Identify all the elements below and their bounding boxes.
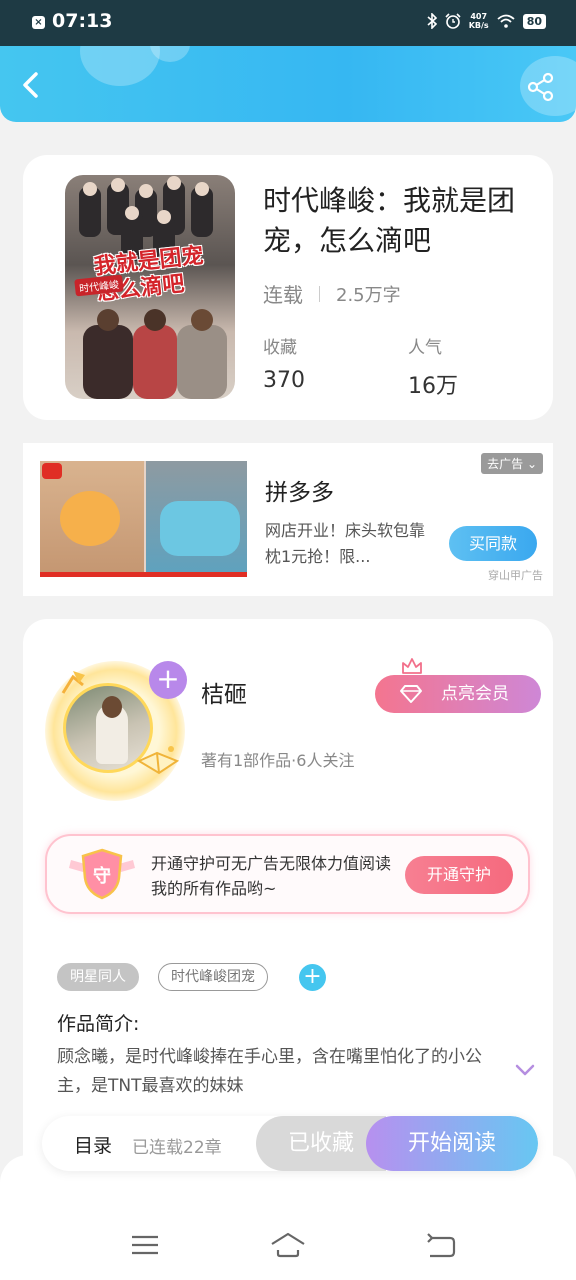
status-bar: × 07:13 407 KB/s 80 bbox=[0, 0, 576, 46]
ad-toy bbox=[60, 491, 120, 546]
back-icon[interactable] bbox=[422, 1230, 458, 1260]
battery-icon: 80 bbox=[522, 13, 546, 29]
toc-button[interactable]: 目录 bbox=[74, 1131, 112, 1158]
follow-plus-button[interactable]: + bbox=[149, 661, 187, 699]
crown-icon bbox=[402, 658, 422, 674]
status-time: 07:13 bbox=[52, 10, 113, 32]
book-title: 时代峰峻：我就是团宠，怎么滴吧 bbox=[263, 184, 516, 257]
chapter-count: 已连载22章 bbox=[132, 1138, 222, 1158]
status-icons: 407 KB/s 80 bbox=[427, 12, 546, 30]
popularity-label: 人气 bbox=[408, 338, 442, 358]
network-speed-unit: KB/s bbox=[468, 21, 489, 30]
popularity-value: 16万 bbox=[408, 374, 458, 399]
action-bar: 目录 已连载22章 已收藏 开始阅读 bbox=[42, 1116, 538, 1171]
tag-group-favorite[interactable]: 时代峰峻团宠 bbox=[158, 963, 268, 991]
alarm-icon bbox=[445, 13, 461, 29]
book-status: 连载 bbox=[263, 283, 303, 307]
start-reading-button[interactable]: 开始阅读 bbox=[366, 1116, 538, 1171]
ad-banner[interactable]: 拼多多 网店开业！床头软包靠枕1元抢！限... 买同款 去广告 ⌄ 穿山甲广告 bbox=[23, 443, 553, 596]
guard-button[interactable]: 开通守护 bbox=[405, 856, 513, 894]
bluetooth-icon bbox=[427, 13, 437, 29]
ad-image[interactable] bbox=[40, 461, 247, 577]
book-meta: 连载 2.5万字 bbox=[263, 279, 401, 308]
ad-buy-button[interactable]: 买同款 bbox=[449, 526, 537, 561]
guard-shield-icon: 守 bbox=[69, 848, 135, 900]
ad-logo bbox=[42, 463, 62, 479]
chevron-down-icon: ⌄ bbox=[526, 457, 537, 471]
book-decoration-icon bbox=[136, 746, 180, 775]
lamp-decoration-icon bbox=[61, 671, 85, 694]
favorites-stat: 收藏 370 bbox=[263, 333, 305, 393]
add-tag-button[interactable]: + bbox=[299, 964, 326, 991]
author-info: 著有1部作品·6人关注 bbox=[201, 751, 355, 770]
ad-close-label: 去广告 bbox=[487, 457, 524, 471]
chevron-down-icon[interactable] bbox=[515, 1063, 535, 1077]
ad-strip bbox=[40, 572, 247, 577]
author-card: + 桔砸 点亮会员 著有1部作品·6人关注 守 开通守护可无广告无限体力值阅读我… bbox=[23, 619, 553, 1179]
favorites-label: 收藏 bbox=[263, 338, 297, 358]
avatar-head bbox=[102, 696, 122, 718]
word-count: 2.5万字 bbox=[336, 284, 401, 306]
back-button[interactable] bbox=[14, 68, 48, 102]
network-speed-value: 407 bbox=[470, 12, 488, 21]
system-nav-bar bbox=[0, 1210, 576, 1280]
home-icon[interactable] bbox=[270, 1230, 306, 1260]
ad-source: 穿山甲广告 bbox=[488, 569, 543, 582]
vip-button-label: 点亮会员 bbox=[441, 684, 509, 704]
header bbox=[0, 46, 576, 122]
author-name: 桔砸 bbox=[201, 682, 247, 708]
ad-pillow bbox=[160, 501, 240, 556]
intro-title: 作品简介: bbox=[57, 1013, 140, 1035]
tag-star-fanfic[interactable]: 明星同人 bbox=[57, 963, 139, 991]
ad-close-button[interactable]: 去广告 ⌄ bbox=[481, 453, 543, 474]
guard-shield-label: 守 bbox=[93, 865, 111, 887]
diamond-icon bbox=[400, 685, 422, 703]
network-speed: 407 KB/s bbox=[469, 12, 489, 30]
ad-description: 网店开业！床头软包靠枕1元抢！限... bbox=[265, 521, 426, 566]
meta-divider bbox=[319, 285, 320, 302]
menu-icon[interactable] bbox=[127, 1230, 163, 1260]
header-bubble bbox=[80, 46, 160, 86]
share-button[interactable] bbox=[526, 72, 556, 102]
favorites-value: 370 bbox=[263, 368, 305, 393]
book-cover[interactable]: 我就是团宠怎么滴吧 时代峰峻 bbox=[65, 175, 235, 399]
intro-text: 顾念曦，是时代峰峻捧在手心里，含在嘴里怕化了的小公主，是TNT最喜欢的妹妹 bbox=[57, 1047, 482, 1096]
author-avatar-wrap[interactable]: + bbox=[45, 661, 187, 801]
wifi-icon bbox=[497, 14, 515, 28]
guard-promo[interactable]: 守 开通守护可无广告无限体力值阅读我的所有作品哟~ 开通守护 bbox=[45, 834, 530, 914]
guard-text: 开通守护可无广告无限体力值阅读我的所有作品哟~ bbox=[151, 854, 392, 898]
book-card: 我就是团宠怎么滴吧 时代峰峻 时代峰峻：我就是团宠，怎么滴吧 连载 2.5万字 … bbox=[23, 155, 553, 420]
notification-x-icon: × bbox=[32, 16, 45, 29]
vip-button[interactable]: 点亮会员 bbox=[375, 675, 541, 713]
ad-brand: 拼多多 bbox=[265, 480, 334, 506]
popularity-stat: 人气 16万 bbox=[408, 333, 458, 400]
